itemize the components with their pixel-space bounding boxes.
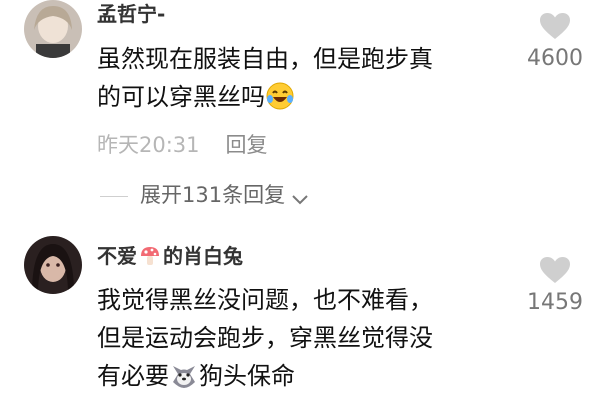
- chevron-down-icon: [291, 186, 309, 212]
- comment-line: 的可以穿黑丝吗: [97, 78, 433, 122]
- avatar-image: [24, 0, 82, 58]
- comment-line: 有必要 狗头保命: [97, 357, 433, 401]
- heart-icon: [540, 257, 570, 283]
- comment-item: 孟哲宁- 虽然现在服装自由，但是跑步真 的可以穿黑丝吗 昨天20:31 回复 46…: [0, 0, 603, 185]
- like-count: 1459: [527, 290, 583, 315]
- expand-replies-button[interactable]: 展开131条回复: [100, 182, 309, 212]
- like-count: 4600: [527, 46, 583, 71]
- comment-item: 不爱 的肖白兔 我觉得黑丝没问题，也不难看， 但是运动会跑步，穿黑丝觉得没 有必…: [0, 236, 603, 403]
- avatar[interactable]: [24, 0, 82, 58]
- like-button[interactable]: 4600: [515, 12, 595, 72]
- username[interactable]: 孟哲宁-: [97, 2, 165, 26]
- mushroom-icon: [139, 245, 161, 272]
- divider-line: [100, 195, 128, 197]
- comment-line: 虽然现在服装自由，但是跑步真: [97, 45, 433, 73]
- avatar-image: [24, 236, 82, 294]
- username[interactable]: 不爱 的肖白兔: [97, 244, 243, 272]
- avatar[interactable]: [24, 236, 82, 294]
- comment-text: 虽然现在服装自由，但是跑步真 的可以穿黑丝吗: [97, 40, 433, 122]
- laughing-emoji-icon: [265, 81, 295, 122]
- comment-meta: 昨天20:31 回复: [97, 132, 268, 158]
- timestamp: 昨天20:31: [97, 133, 200, 157]
- comment-text: 我觉得黑丝没问题，也不难看， 但是运动会跑步，穿黑丝觉得没 有必要 狗头保命: [97, 281, 433, 401]
- like-button[interactable]: 1459: [515, 256, 595, 316]
- heart-icon: [540, 13, 570, 39]
- comment-line: 但是运动会跑步，穿黑丝觉得没: [97, 324, 433, 352]
- comment-line: 我觉得黑丝没问题，也不难看，: [97, 286, 433, 314]
- reply-button[interactable]: 回复: [226, 133, 268, 157]
- dog-head-emoji-icon: [169, 360, 199, 401]
